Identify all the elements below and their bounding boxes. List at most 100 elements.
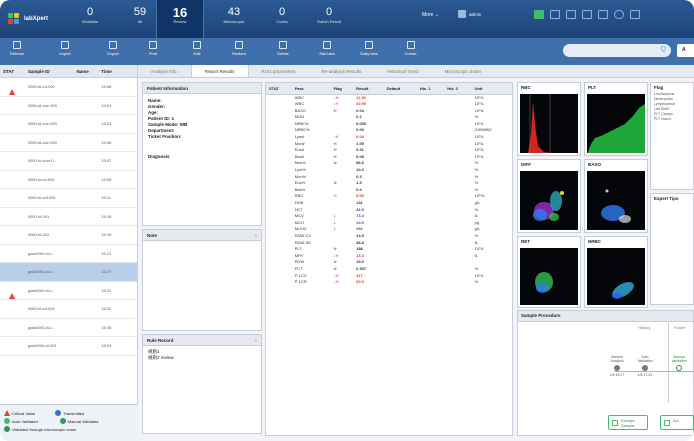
import-button[interactable]: Import [48,40,82,63]
search-icon[interactable]: Q [661,46,666,53]
result-row[interactable]: Mon# H 1.09 10⁹/L [266,141,512,148]
result-row[interactable]: BASO H 0.04 10⁹/L [266,108,512,115]
tab-microscopic-exam[interactable]: Microscopic Exam [432,65,495,77]
result-cell[interactable]: 86.6 [353,160,384,167]
collapse-icon[interactable]: ≈ [255,338,257,343]
result-cell[interactable]: 188 [353,246,384,253]
delete-button[interactable]: Delete [266,40,300,63]
result-row[interactable]: NRBC% 0.00/100WBC [266,127,512,134]
result-cell[interactable]: 60.0 [353,279,384,286]
result-cell[interactable]: 117 [353,273,384,280]
logout-icon[interactable] [630,10,640,19]
result-cell[interactable]: 38.8 [353,240,384,247]
more-menu[interactable]: More ⌄ [422,12,439,18]
sample-row[interactable]: 0000-bl-001 15:18 [0,208,137,226]
result-row[interactable]: MCV L 74.4 fL [266,213,512,220]
sample-row[interactable]: 0000-bi-cd-000 15:08 [0,78,137,97]
result-row[interactable]: Eos# H 0.31 10⁹/L [266,147,512,154]
result-cell[interactable]: 0.2 [353,114,384,121]
result-cell[interactable]: 0.3 [353,174,384,181]
result-row[interactable]: Mon% 0.3% [266,174,512,181]
tab-analysis-info[interactable]: Analysis Info. [138,65,191,77]
nrbc-scattergram[interactable]: NRBC [584,236,648,308]
result-cell[interactable]: 0.000 [353,121,384,128]
result-row[interactable]: WBC ↓H 20.99 10⁹/L [266,101,512,108]
result-row[interactable]: MCH L 24.0 pg [266,220,512,227]
rbc-histogram[interactable]: RBC [517,82,581,156]
sample-row[interactable]: 0000-bl-002 15:18 [0,226,137,245]
help-icon[interactable] [614,10,624,19]
result-row[interactable]: WBC ↓H 11.92 10⁹/L [266,94,512,101]
tab-re-analysis-results[interactable]: Re-analysis Results [309,65,375,77]
sample-row[interactable]: 0000-bi-cdl-000 15:11 [0,189,137,208]
next-action-button[interactable]: Ad... [660,415,694,430]
sample-row[interactable]: 0000-bi-cdv-303 15:01 [0,97,137,115]
result-cell[interactable]: 5.05 [353,193,384,200]
tab-report-results[interactable]: Report Results [190,65,249,77]
result-cell[interactable]: 0.04 [353,134,384,141]
result-cell[interactable]: 14.9 [353,233,384,240]
user-menu[interactable]: admin [458,10,481,18]
stat-review[interactable]: 16 Review [156,0,204,38]
col-header-sample-id[interactable]: Sample ID [22,69,77,74]
export-button[interactable]: Export [96,40,130,63]
result-row[interactable]: Lym% 10.2% [266,167,512,174]
result-cell[interactable]: 24.0 [353,220,384,227]
result-row[interactable]: RBC H 5.05 10¹²/L [266,193,512,200]
sample-row[interactable]: 0000-bi-cdv-000 15:06 [0,134,137,152]
result-row[interactable]: Lym# ↓H 0.04 10⁹/L [266,134,512,141]
col-header-stat[interactable]: STAT [0,69,22,74]
result-row[interactable]: Bas% 0.4% [266,187,512,194]
result-row[interactable]: MCHC L 291 g/L [266,226,512,233]
instrument-icon[interactable] [566,10,576,19]
baso-scattergram[interactable]: BASO [584,159,648,233]
collapse-icon[interactable]: ≈ [255,233,257,238]
restore-button[interactable]: Restore [222,40,256,63]
result-cell[interactable]: 0.4 [353,187,384,194]
result-cell[interactable]: 0.307 [353,266,384,273]
tab-ruo-parameters[interactable]: RUO parameters [249,65,309,77]
instrument-icon[interactable] [582,10,592,19]
result-row[interactable]: PCT N 0.307% [266,266,512,273]
message-icon[interactable] [598,10,608,19]
diff-scattergram[interactable]: DIFF [517,159,581,233]
result-row[interactable]: P-LCC ↓H 117 10⁹/L [266,273,512,280]
sample-row[interactable]: 0000-bl-cd-004 15:32 [0,300,137,319]
result-cell[interactable]: 291 [353,226,384,233]
result-cell[interactable]: 131 [353,200,384,207]
result-row[interactable]: Eos% N 1.9% [266,180,512,187]
search-input[interactable]: Q [563,44,671,57]
search-button[interactable]: A [677,44,694,57]
daily-labs-button[interactable]: Daily labs [352,40,386,63]
sample-row[interactable]: goal0000-bl-c.. 15:21 [0,245,137,263]
result-row[interactable]: MON 0.2% [266,114,512,121]
sample-row[interactable]: goal0000-bl-c.. 15:27 [0,263,137,282]
result-row[interactable]: HGB 131 g/L [266,200,512,207]
result-row[interactable]: RDW-CV 14.9% [266,233,512,240]
result-row[interactable]: P-LCR ↓H 60.0% [266,279,512,286]
result-cell[interactable]: 15.0 [353,259,384,266]
result-cell[interactable]: 10.2 [353,167,384,174]
result-row[interactable]: MPV ↓H 13.4 fL [266,253,512,260]
instrument-icon[interactable] [550,10,560,19]
sample-row[interactable]: goal0000-bl-c.. 15:35 [0,319,137,337]
result-row[interactable]: NRBC# 0.000 10⁹/L [266,121,512,128]
col-header-time[interactable]: Time [101,69,137,74]
stat-labs-button[interactable]: Stat labs [310,40,344,63]
result-cell[interactable]: 0.00 [353,127,384,134]
sample-row[interactable]: goal0000-bl-001 16:03 [0,337,137,356]
result-cell[interactable]: 1.9 [353,180,384,187]
sample-row[interactable]: goal0000-bl-c.. 15:31 [0,282,137,300]
result-cell[interactable]: 0.08 [353,154,384,161]
instrument-status-icon[interactable] [534,10,544,19]
result-cell[interactable]: 0.04 [353,108,384,115]
result-cell[interactable]: 1.09 [353,141,384,148]
result-row[interactable]: HCT 41.0% [266,207,512,214]
sample-row[interactable]: 0000-bi-cdvr-0.. 15:07 [0,152,137,171]
stat-switch-result[interactable]: 0 Switch Result [298,6,360,34]
col-header-name[interactable]: Name [76,69,101,74]
print-button[interactable]: Print [136,40,170,63]
comm-button[interactable]: Comm. [394,40,428,63]
plt-histogram[interactable]: PLT [584,82,648,156]
result-cell[interactable]: 74.4 [353,213,384,220]
